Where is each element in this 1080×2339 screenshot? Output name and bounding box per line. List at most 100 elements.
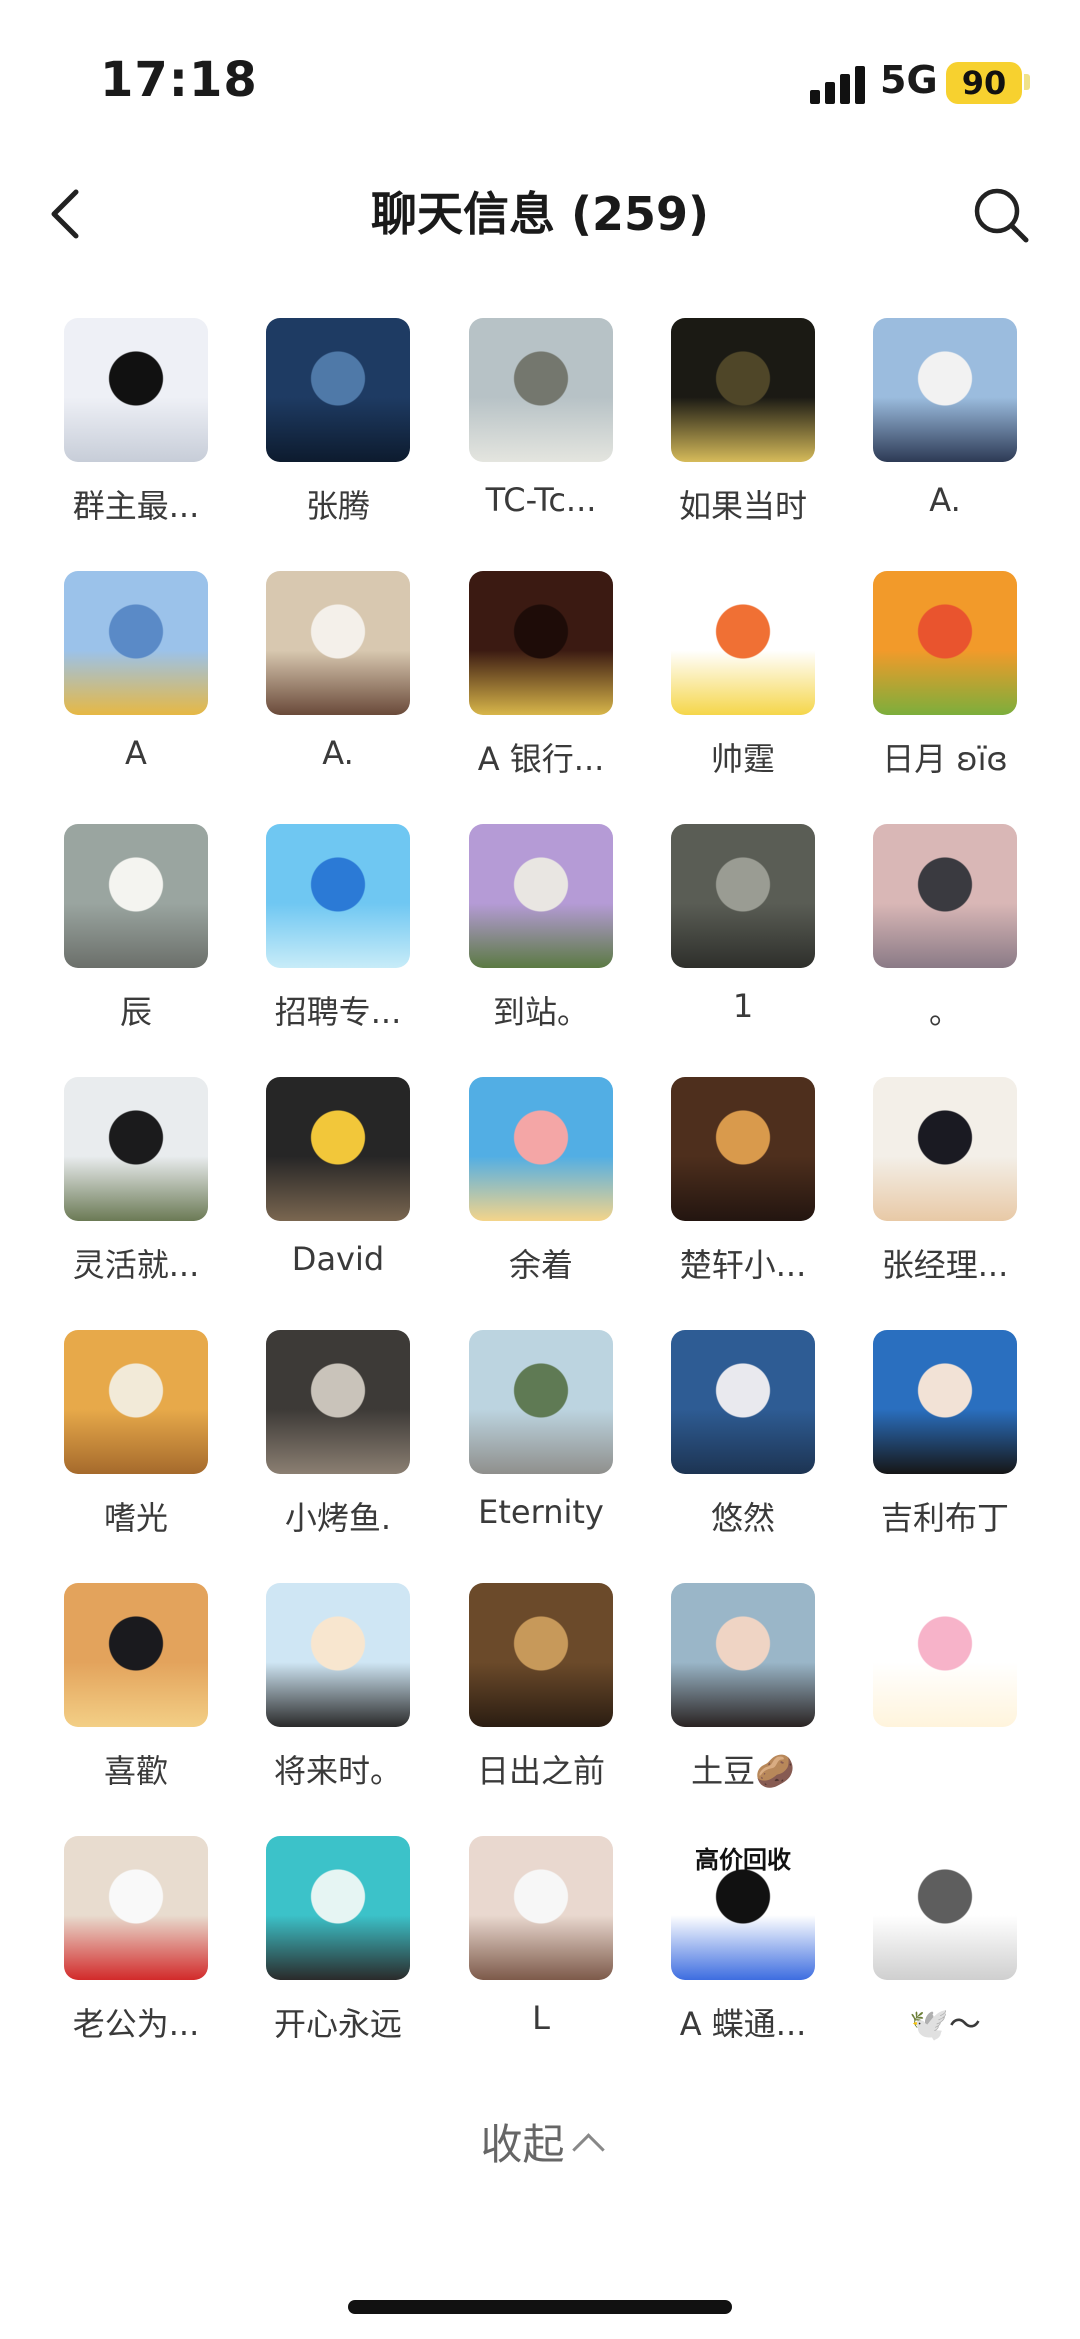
- member-avatar: [671, 1583, 815, 1727]
- member-item[interactable]: David: [230, 1074, 432, 1304]
- member-item[interactable]: 灵活就...: [28, 1074, 230, 1304]
- member-name: A 银行...: [477, 740, 605, 778]
- member-item[interactable]: 招聘专...: [230, 821, 432, 1051]
- member-item[interactable]: 楚轩小...: [635, 1074, 837, 1304]
- member-item[interactable]: A: [28, 568, 230, 798]
- member-avatar: [873, 824, 1017, 968]
- navigation-bar: 聊天信息 (259): [0, 160, 1080, 270]
- member-item[interactable]: 土豆🥔: [635, 1580, 837, 1810]
- member-item[interactable]: A 银行...: [433, 568, 635, 798]
- member-item[interactable]: 喜歡: [28, 1580, 230, 1810]
- member-avatar: [266, 318, 410, 462]
- member-avatar: [64, 318, 208, 462]
- member-item[interactable]: TC-Tc...: [433, 315, 635, 545]
- member-name: 开心永远: [273, 2005, 402, 2043]
- member-name: L: [532, 1999, 550, 2037]
- member-name: 吉利布丁: [880, 1499, 1009, 1537]
- member-avatar: [873, 318, 1017, 462]
- member-avatar: [64, 1583, 208, 1727]
- member-name: 余着: [508, 1246, 573, 1284]
- clock: 17:18: [100, 52, 258, 108]
- signal-strength-icon: [810, 66, 866, 104]
- member-avatar: [873, 1330, 1017, 1474]
- member-name: A.: [929, 481, 961, 519]
- chevron-up-icon: [571, 2133, 605, 2166]
- member-avatar: [671, 1330, 815, 1474]
- member-item[interactable]: 帅霆: [635, 568, 837, 798]
- back-button[interactable]: [40, 178, 100, 250]
- member-name: TC-Tc...: [485, 481, 597, 519]
- member-name: A.: [322, 734, 354, 772]
- member-item[interactable]: 余着: [433, 1074, 635, 1304]
- member-item[interactable]: 张腾: [230, 315, 432, 545]
- member-item[interactable]: 小烤鱼.: [230, 1327, 432, 1557]
- member-name: 1: [732, 987, 754, 1025]
- member-name: 老公为...: [72, 2005, 200, 2043]
- member-name: 群主最...: [72, 487, 200, 525]
- member-avatar: [64, 1836, 208, 1980]
- member-avatar: [469, 318, 613, 462]
- member-item[interactable]: [837, 1580, 1039, 1810]
- member-item[interactable]: 。: [837, 821, 1039, 1051]
- member-item[interactable]: 老公为...: [28, 1833, 230, 2063]
- member-item[interactable]: A.: [837, 315, 1039, 545]
- chevron-left-icon: [51, 189, 79, 239]
- member-avatar: [873, 571, 1017, 715]
- member-name: 将来时。: [273, 1752, 402, 1790]
- member-avatar: [266, 1330, 410, 1474]
- member-avatar: [469, 1836, 613, 1980]
- member-item[interactable]: 将来时。: [230, 1580, 432, 1810]
- member-name: 如果当时: [678, 487, 807, 525]
- page-title: 聊天信息 (259): [370, 187, 710, 241]
- member-name: 小烤鱼.: [284, 1499, 392, 1537]
- member-item[interactable]: 群主最...: [28, 315, 230, 545]
- member-item[interactable]: 1: [635, 821, 837, 1051]
- member-item[interactable]: 开心永远: [230, 1833, 432, 2063]
- member-avatar: [469, 824, 613, 968]
- member-avatar: [671, 824, 815, 968]
- member-item[interactable]: 嗜光: [28, 1327, 230, 1557]
- member-avatar: [469, 571, 613, 715]
- member-avatar: [873, 1583, 1017, 1727]
- member-name: 悠然: [710, 1499, 775, 1537]
- member-name: 张腾: [305, 487, 370, 525]
- member-name: A 蝶通...: [679, 2005, 807, 2043]
- member-item[interactable]: 悠然: [635, 1327, 837, 1557]
- battery-icon: 90: [946, 62, 1022, 104]
- member-item[interactable]: 日月 ʚïɞ: [837, 568, 1039, 798]
- member-avatar: [469, 1330, 613, 1474]
- member-name: 嗜光: [103, 1499, 168, 1537]
- member-avatar: [873, 1836, 1017, 1980]
- member-item[interactable]: 🕊️～: [837, 1833, 1039, 2063]
- member-name: 张经理...: [881, 1246, 1009, 1284]
- search-button[interactable]: [966, 180, 1036, 250]
- member-avatar: [671, 318, 815, 462]
- member-item[interactable]: 张经理...: [837, 1074, 1039, 1304]
- member-item[interactable]: A.: [230, 568, 432, 798]
- member-avatar: [266, 571, 410, 715]
- member-item[interactable]: Eternity: [433, 1327, 635, 1557]
- member-name: 到站。: [492, 993, 589, 1031]
- member-avatar: [469, 1583, 613, 1727]
- collapse-button[interactable]: 收起: [440, 2110, 640, 2180]
- member-item[interactable]: L: [433, 1833, 635, 2063]
- member-item[interactable]: 到站。: [433, 821, 635, 1051]
- member-item[interactable]: 日出之前: [433, 1580, 635, 1810]
- member-name: 土豆🥔: [691, 1752, 795, 1790]
- member-avatar: [64, 571, 208, 715]
- member-item[interactable]: 吉利布丁: [837, 1327, 1039, 1557]
- member-name: 帅霆: [710, 740, 775, 778]
- member-avatar: [469, 1077, 613, 1221]
- member-item[interactable]: 高价回收 A 蝶通...: [635, 1833, 837, 2063]
- member-avatar: [266, 1836, 410, 1980]
- member-item[interactable]: 辰: [28, 821, 230, 1051]
- member-avatar: [266, 1583, 410, 1727]
- member-name: Eternity: [478, 1493, 604, 1531]
- avatar-ad-title: 高价回收: [695, 1846, 791, 1874]
- member-name: 辰: [119, 993, 152, 1031]
- collapse-label: 收起: [480, 2120, 565, 2169]
- member-name: 喜歡: [103, 1752, 168, 1790]
- member-avatar: [671, 571, 815, 715]
- member-avatar: [266, 1077, 410, 1221]
- member-item[interactable]: 如果当时: [635, 315, 837, 545]
